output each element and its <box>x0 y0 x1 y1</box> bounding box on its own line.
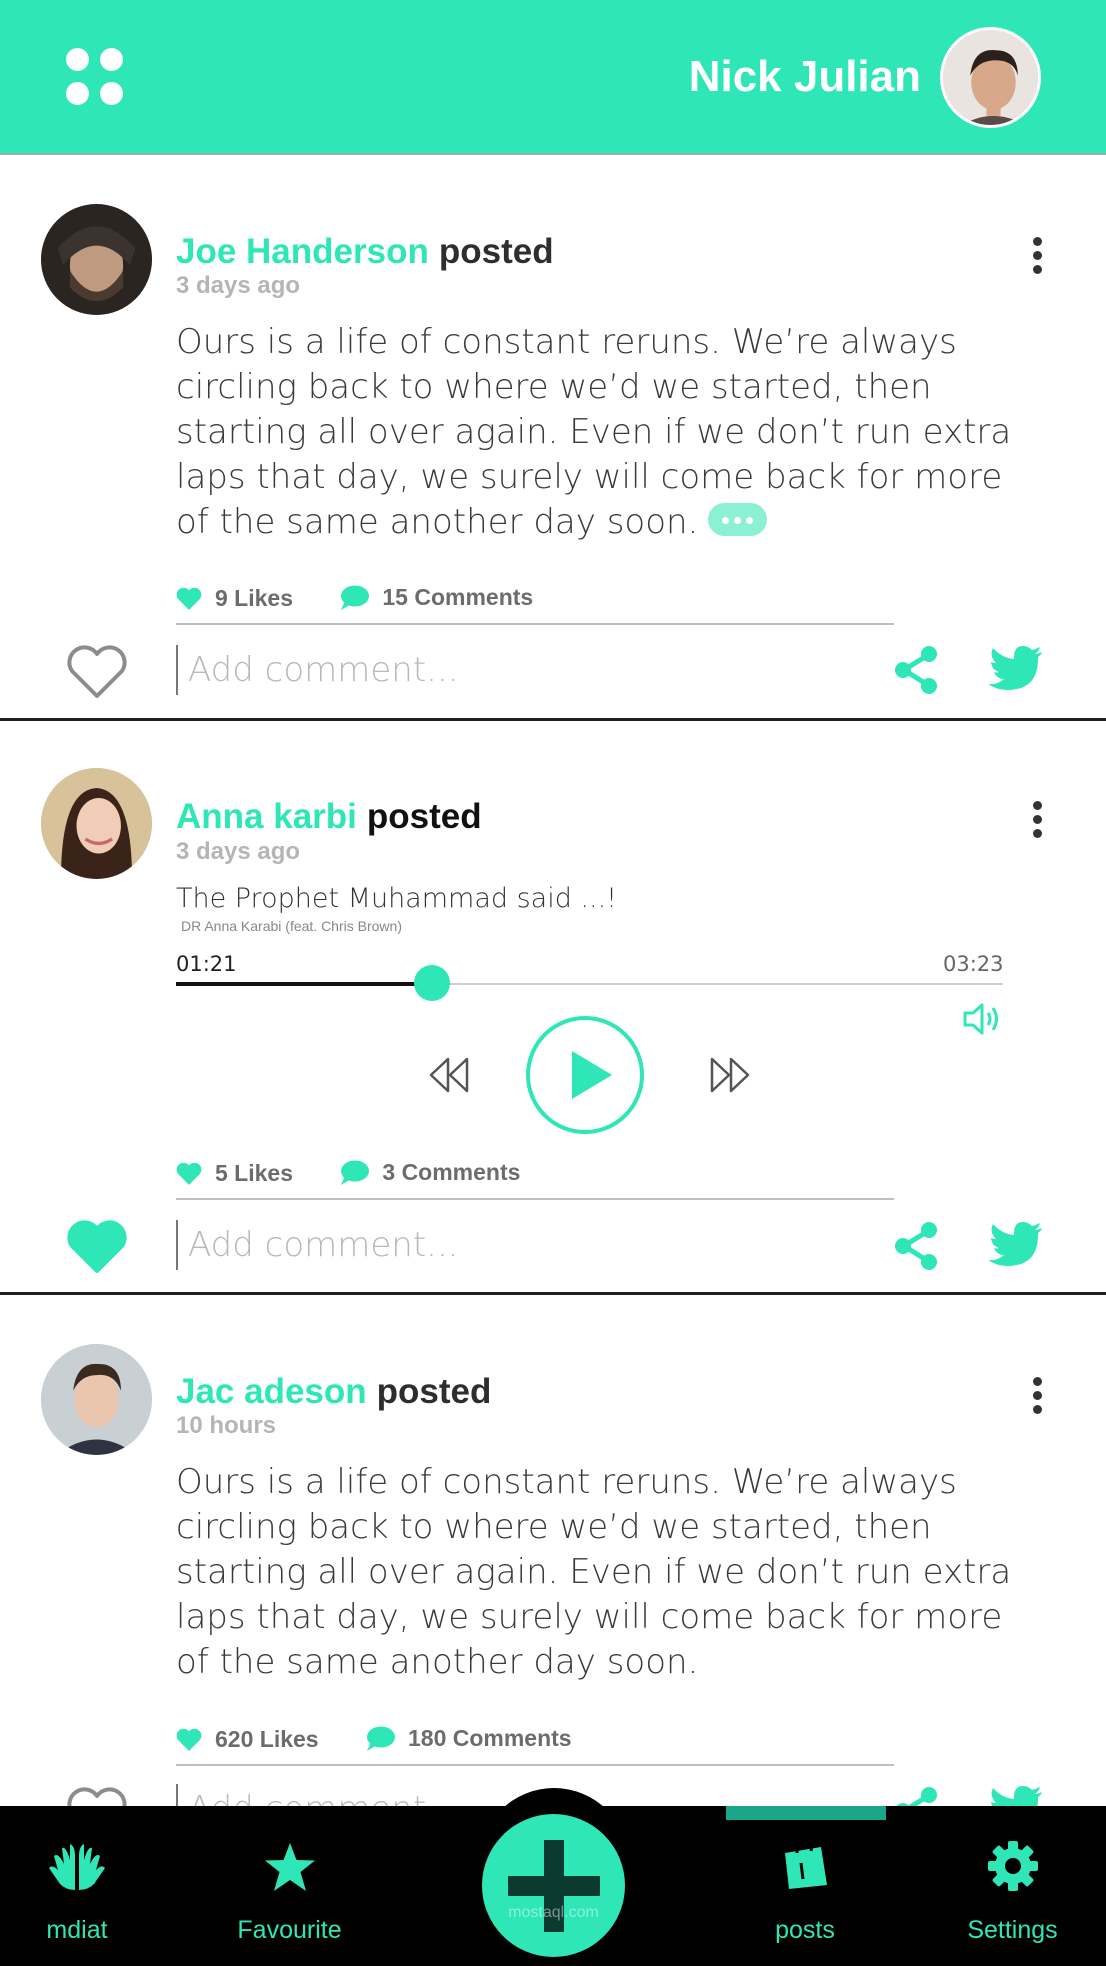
play-icon <box>572 1051 612 1099</box>
likes-count[interactable]: 620 Likes <box>176 1726 319 1753</box>
comments-count[interactable]: 180 Comments <box>365 1725 572 1752</box>
current-user-avatar[interactable] <box>940 27 1041 128</box>
post-time: 3 days ago <box>176 838 301 865</box>
add-post-button[interactable]: mostaql.com <box>482 1814 625 1957</box>
watermark: mostaql.com <box>508 1904 599 1921</box>
nav-item-mdiat[interactable]: mdiat <box>17 1806 137 1966</box>
gear-icon <box>987 1841 1038 1891</box>
post-time: 3 days ago <box>176 272 301 299</box>
post-verb: posted <box>366 797 482 836</box>
comments-count[interactable]: 15 Comments <box>339 584 533 611</box>
author-name[interactable]: Anna karbi <box>176 797 357 836</box>
nav-label: mdiat <box>46 1916 108 1944</box>
post-text: Ours is a life of constant reruns. We’re… <box>176 1462 1012 1682</box>
author-line: Jac adeson posted <box>176 1372 491 1412</box>
likes-count[interactable]: 5 Likes <box>176 1160 293 1187</box>
stats-divider <box>176 1764 894 1766</box>
comments-count[interactable]: 3 Comments <box>339 1159 520 1186</box>
play-button[interactable] <box>526 1016 644 1134</box>
shopping-bag-icon <box>785 1839 827 1889</box>
twitter-icon[interactable] <box>988 646 1044 694</box>
twitter-icon[interactable] <box>988 1222 1044 1270</box>
star-icon <box>264 1843 315 1891</box>
comments-label: 15 Comments <box>382 584 534 610</box>
chat-bubble-icon <box>341 585 370 610</box>
read-more-button[interactable] <box>708 503 768 536</box>
stats-divider <box>176 1198 894 1200</box>
more-options-icon[interactable] <box>1024 236 1052 276</box>
nav-label: Favourite <box>237 1916 342 1944</box>
author-avatar[interactable] <box>41 768 152 879</box>
volume-icon[interactable] <box>962 1001 1002 1037</box>
comments-label: 180 Comments <box>407 1725 572 1751</box>
heart-icon <box>176 1162 202 1185</box>
post-text: Ours is a life of constant reruns. We’re… <box>176 320 1026 545</box>
more-options-icon[interactable] <box>1024 1376 1052 1416</box>
author-name[interactable]: Jac adeson <box>176 1372 367 1411</box>
author-avatar[interactable] <box>41 1344 152 1455</box>
post-verb: posted <box>438 232 554 271</box>
share-icon[interactable] <box>893 645 939 695</box>
chat-bubble-icon <box>366 1726 395 1751</box>
post-divider <box>0 1292 1106 1295</box>
comments-label: 3 Comments <box>382 1159 521 1185</box>
like-outline-icon[interactable] <box>66 644 128 700</box>
post-text-content: Ours is a life of constant reruns. We’re… <box>176 322 1012 542</box>
heart-icon <box>176 1728 202 1751</box>
seek-thumb[interactable] <box>414 965 451 1001</box>
like-filled-icon[interactable] <box>66 1219 128 1275</box>
praying-hands-icon <box>49 1844 105 1890</box>
author-avatar[interactable] <box>41 204 152 315</box>
total-time: 03:23 <box>943 952 1004 976</box>
author-line: Joe Handerson posted <box>176 232 554 272</box>
post-stats: 620 Likes 180 Comments <box>176 1725 612 1757</box>
heart-icon <box>176 587 202 610</box>
nav-label: Settings <box>967 1916 1058 1944</box>
post-stats: 9 Likes 15 Comments <box>176 584 573 616</box>
track-artist: DR Anna Karabi (feat. Chris Brown) <box>181 918 402 934</box>
add-comment-input[interactable] <box>176 645 776 695</box>
likes-label: 9 Likes <box>215 585 293 611</box>
post-time: 10 hours <box>176 1412 277 1439</box>
seek-bar[interactable] <box>176 965 1003 1001</box>
current-time: 01:21 <box>176 952 237 976</box>
nav-item-posts[interactable]: posts <box>745 1806 865 1966</box>
nav-item-favourite[interactable]: Favourite <box>212 1806 367 1966</box>
share-icon[interactable] <box>893 1221 939 1271</box>
likes-count[interactable]: 9 Likes <box>176 585 293 612</box>
chat-bubble-icon <box>341 1160 370 1185</box>
app-header: Nick Julian <box>0 0 1106 155</box>
stats-divider <box>176 623 894 625</box>
nav-active-indicator <box>726 1806 886 1820</box>
fast-forward-icon[interactable] <box>708 1053 752 1097</box>
post-stats: 5 Likes 3 Comments <box>176 1159 560 1191</box>
add-comment-input[interactable] <box>176 1220 776 1270</box>
current-user-name[interactable]: Nick Julian <box>689 52 921 102</box>
nav-label: posts <box>775 1916 835 1944</box>
rewind-icon[interactable] <box>427 1053 471 1097</box>
apps-menu-icon[interactable] <box>66 48 126 108</box>
likes-label: 620 Likes <box>215 1726 319 1752</box>
author-line: Anna karbi posted <box>176 797 482 837</box>
nav-item-settings[interactable]: Settings <box>950 1806 1075 1966</box>
seek-progress <box>176 982 433 986</box>
likes-label: 5 Likes <box>215 1160 293 1186</box>
track-title: The Prophet Muhammad said ...! <box>176 883 618 914</box>
author-name[interactable]: Joe Handerson <box>176 232 429 271</box>
post-divider <box>0 718 1106 721</box>
more-options-icon[interactable] <box>1024 800 1052 840</box>
post-verb: posted <box>376 1372 492 1411</box>
